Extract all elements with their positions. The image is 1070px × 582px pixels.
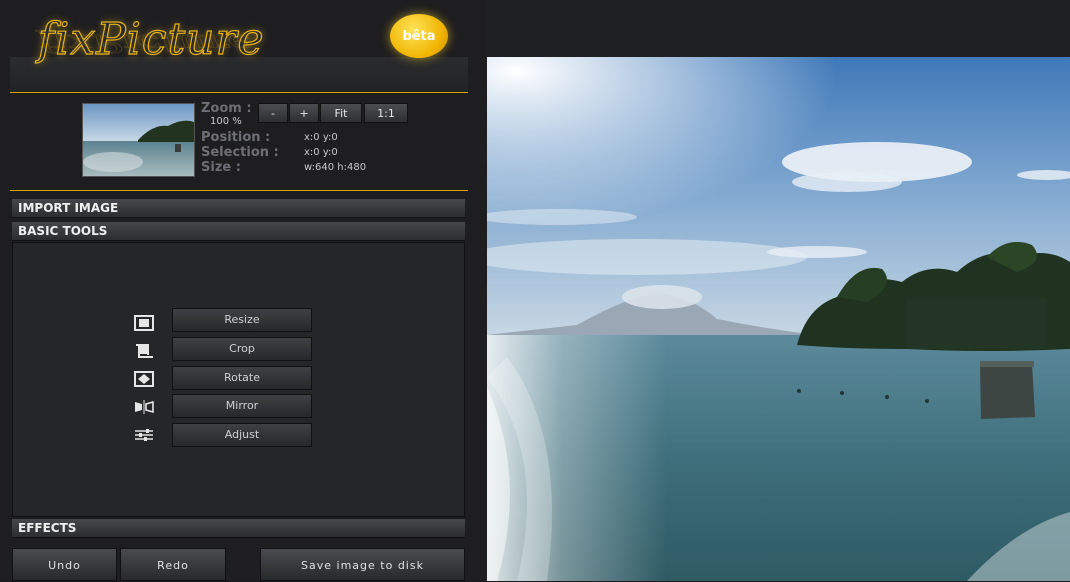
section-basic-tools[interactable]: BASIC TOOLS [12,222,465,241]
mirror-button[interactable]: Mirror [172,394,312,418]
resize-button[interactable]: Resize [172,308,312,332]
zoom-fit-button[interactable]: Fit [320,103,362,123]
crop-button[interactable]: Crop [172,337,312,361]
left-panel: fixPicture fixPicture bêta Zoom : 100 % … [0,0,487,581]
beta-badge: bêta [390,14,448,58]
rotate-icon [134,371,154,387]
zoom-value: 100 % [210,116,242,127]
divider [10,190,468,191]
adjust-button[interactable]: Adjust [172,423,312,447]
undo-button[interactable]: Undo [12,548,117,581]
zoom-in-button[interactable]: + [289,103,319,123]
mirror-icon [135,400,154,414]
rotate-button[interactable]: Rotate [172,366,312,390]
app-logo-reflection: fixPicture [38,28,254,58]
crop-icon [136,344,153,358]
zoom-label: Zoom : [201,101,252,116]
save-image-button[interactable]: Save image to disk [260,548,465,581]
section-effects[interactable]: EFFECTS [12,519,465,538]
zoom-actual-size-button[interactable]: 1:1 [364,103,408,123]
size-label: Size : [201,160,241,175]
redo-button[interactable]: Redo [120,548,226,581]
position-label: Position : [201,130,271,145]
section-import-image[interactable]: IMPORT IMAGE [12,199,465,218]
selection-label: Selection : [201,145,279,160]
adjust-icon [135,429,153,441]
size-value: w:640 h:480 [304,162,367,173]
selection-value: x:0 y:0 [304,147,338,158]
position-value: x:0 y:0 [304,132,338,143]
image-canvas[interactable] [487,57,1070,581]
resize-icon [134,315,154,331]
zoom-out-button[interactable]: - [258,103,288,123]
image-thumbnail[interactable] [82,103,195,177]
